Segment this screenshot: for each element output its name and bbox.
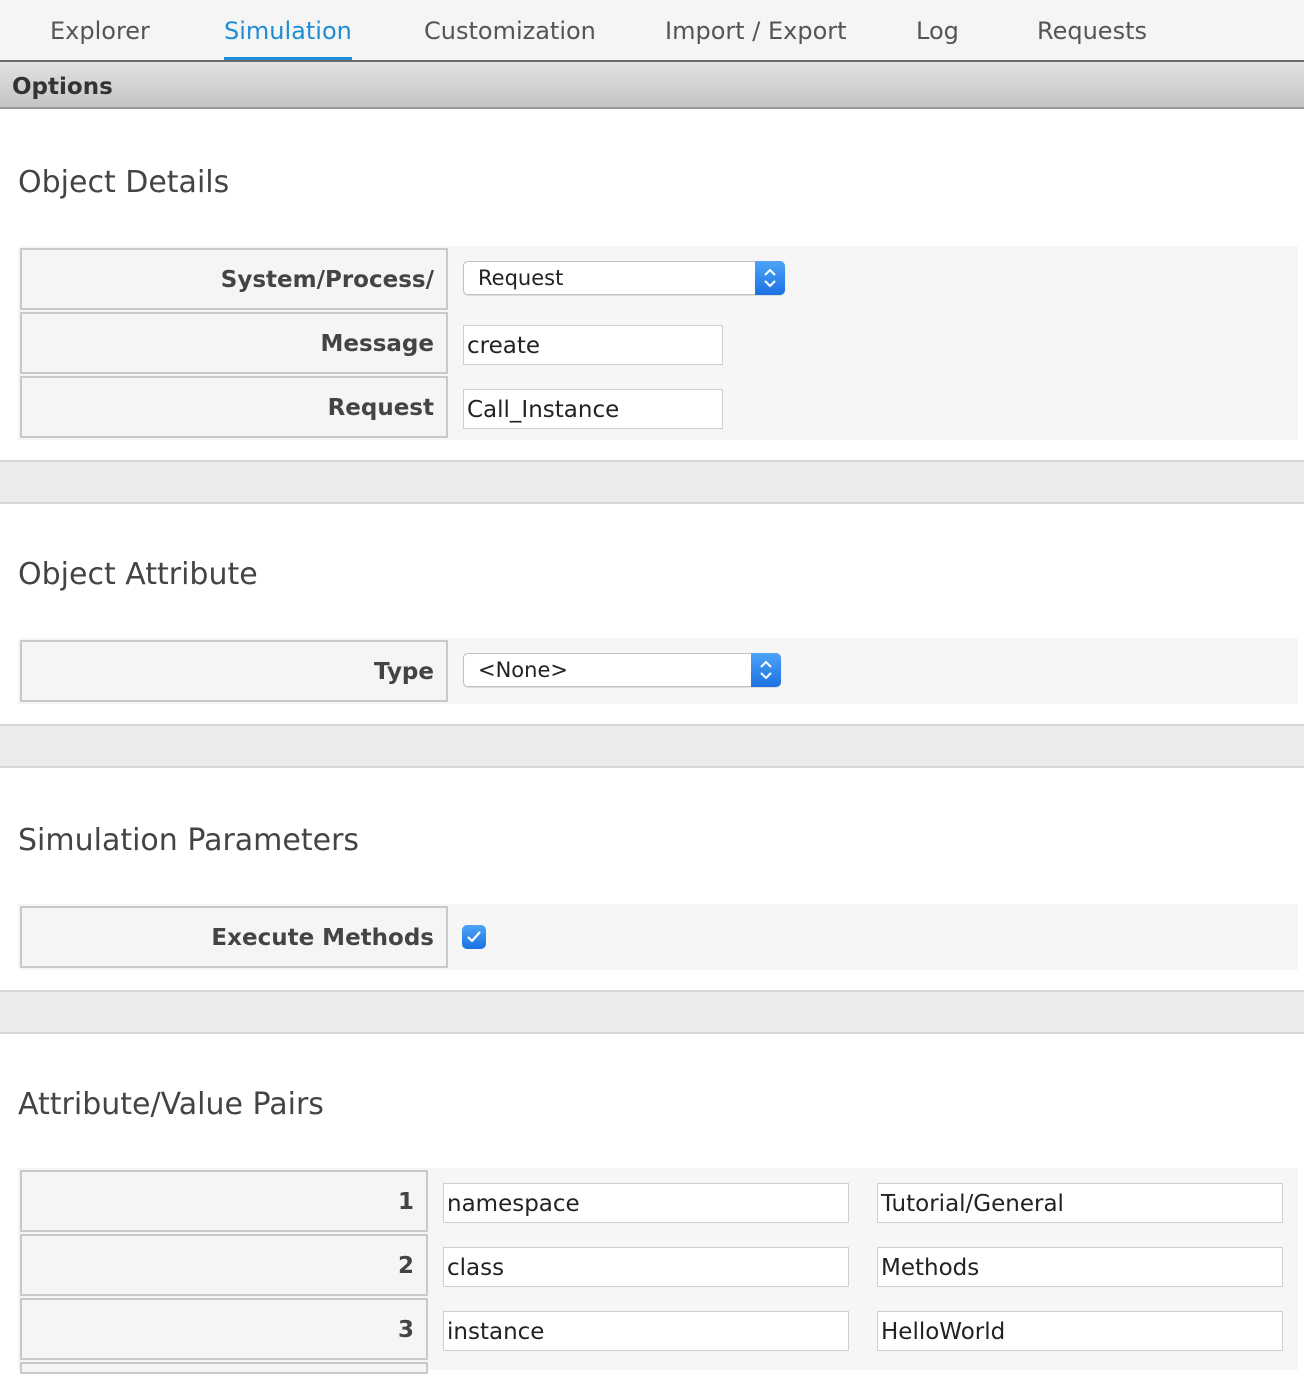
- system-process-label: System/Process/: [20, 248, 448, 310]
- tab-requests[interactable]: Requests: [1037, 0, 1147, 60]
- type-select[interactable]: <None>: [463, 653, 781, 687]
- section-separator: [0, 724, 1304, 768]
- simulation-parameters-heading: Simulation Parameters: [18, 823, 360, 858]
- tab-explorer[interactable]: Explorer: [50, 0, 150, 60]
- type-label: Type: [20, 640, 448, 702]
- section-separator: [0, 460, 1304, 504]
- pair-row-index: 1: [20, 1170, 428, 1232]
- attribute-value-pairs-table: 1 namespace Tutorial/General 2 class Met…: [18, 1168, 1298, 1374]
- pair-value-input[interactable]: Methods: [877, 1247, 1283, 1287]
- system-process-dropdown-icon: [755, 261, 785, 295]
- main-tab-bar: Explorer Simulation Customization Import…: [0, 0, 1304, 62]
- type-dropdown-icon: [751, 653, 781, 687]
- pair-value-input[interactable]: Tutorial/General: [877, 1183, 1283, 1223]
- message-input[interactable]: create: [463, 325, 723, 365]
- tab-simulation-label: Simulation: [224, 17, 352, 45]
- pair-attribute-input[interactable]: namespace: [443, 1183, 849, 1223]
- tab-simulation[interactable]: Simulation: [224, 0, 352, 60]
- system-process-selected-value: Request: [478, 266, 564, 290]
- section-separator: [0, 990, 1304, 1034]
- request-label: Request: [20, 376, 448, 438]
- type-selected-value: <None>: [478, 658, 568, 682]
- object-attribute-form: Type <None>: [18, 638, 1298, 704]
- execute-methods-label: Execute Methods: [20, 906, 448, 968]
- message-label: Message: [20, 312, 448, 374]
- object-attribute-heading: Object Attribute: [18, 557, 258, 592]
- tab-log[interactable]: Log: [916, 0, 959, 60]
- object-details-heading: Object Details: [18, 165, 230, 200]
- system-process-select[interactable]: Request: [463, 261, 785, 295]
- object-details-form: System/Process/ Request Message create R…: [18, 246, 1298, 440]
- pair-attribute-input[interactable]: instance: [443, 1311, 849, 1351]
- pair-row-partial: [20, 1362, 428, 1374]
- tab-import-export[interactable]: Import / Export: [665, 0, 847, 60]
- pair-row-index: 2: [20, 1234, 428, 1296]
- request-input[interactable]: Call_Instance: [463, 389, 723, 429]
- tab-customization[interactable]: Customization: [424, 0, 596, 60]
- execute-methods-checkbox[interactable]: [462, 925, 486, 949]
- simulation-parameters-form: Execute Methods: [18, 904, 1298, 970]
- attribute-value-pairs-heading: Attribute/Value Pairs: [18, 1087, 324, 1122]
- active-tab-indicator: [224, 57, 352, 60]
- pair-value-input[interactable]: HelloWorld: [877, 1311, 1283, 1351]
- pair-attribute-input[interactable]: class: [443, 1247, 849, 1287]
- options-title: Options: [12, 74, 113, 100]
- pair-row-index: 3: [20, 1298, 428, 1360]
- options-header: Options: [0, 62, 1304, 109]
- checkmark-icon: [467, 931, 481, 943]
